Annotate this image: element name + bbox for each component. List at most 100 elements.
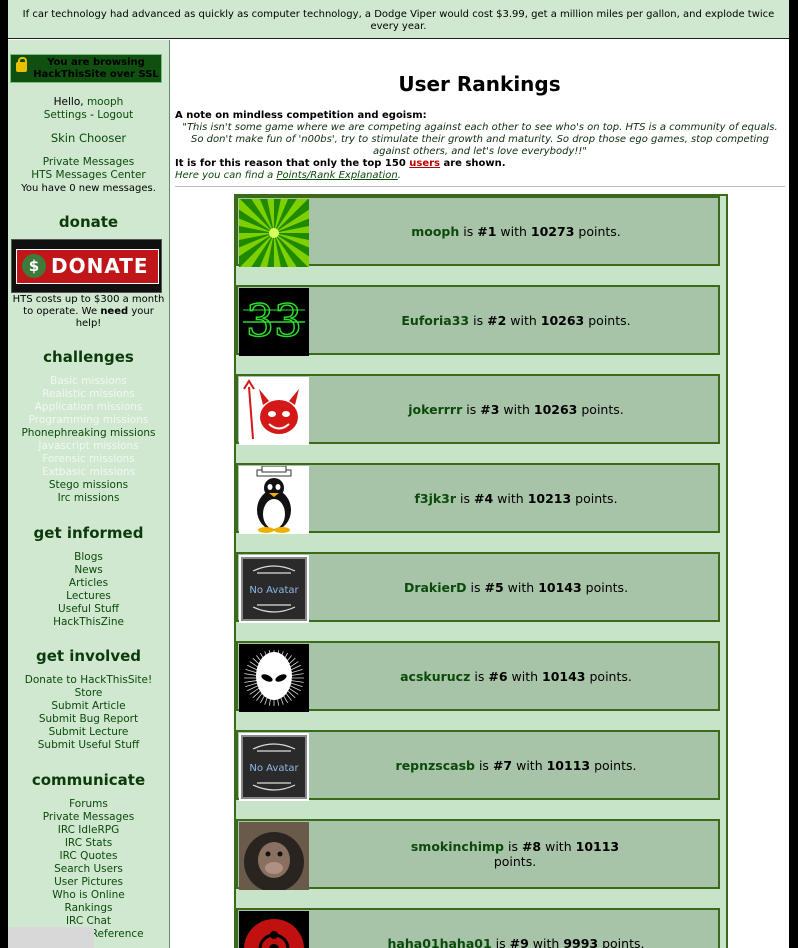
communicate-link[interactable]: IRC Quotes <box>8 850 169 863</box>
communicate-link[interactable]: User Pictures <box>8 876 169 889</box>
ranking-username-link[interactable]: Euforia33 <box>401 313 469 328</box>
points-word: points. <box>575 490 618 506</box>
informed-link[interactable]: HackThisZine <box>8 616 169 629</box>
user-avatar-green-sunburst-icon[interactable] <box>239 199 309 267</box>
points-word: points. <box>581 401 624 417</box>
ranking-username-link[interactable]: repnzscasb <box>396 758 475 773</box>
is-word: is <box>473 312 484 328</box>
top-users-note: It is for this reason that only the top … <box>175 158 785 170</box>
ranking-username-link[interactable]: DrakierD <box>404 580 467 595</box>
horizontal-scrollbar[interactable] <box>8 927 94 948</box>
main-content: User Rankings A note on mindless competi… <box>170 40 789 948</box>
ranking-username-link[interactable]: f3jk3r <box>414 491 456 506</box>
ssl-text: You are browsing HackThisSite over SSL <box>33 57 159 80</box>
informed-link[interactable]: Articles <box>8 577 169 590</box>
messages-center-link[interactable]: HTS Messages Center <box>8 169 169 182</box>
ranking-text: f3jk3r is #4 with 10213 points. <box>316 465 716 531</box>
points-word: points. <box>602 935 645 948</box>
user-avatar-no-avatar-icon[interactable]: No Avatar <box>239 555 309 623</box>
challenge-link[interactable]: Extbasic missions <box>8 466 169 479</box>
challenge-link[interactable]: Programming missions <box>8 414 169 427</box>
challenge-link[interactable]: Application missions <box>8 401 169 414</box>
ranking-username-link[interactable]: jokerrrr <box>408 402 462 417</box>
points-word: points. <box>588 312 631 328</box>
communicate-link[interactable]: IRC IdleRPG <box>8 824 169 837</box>
communicate-link[interactable]: Forums <box>8 798 169 811</box>
user-avatar-green-33-icon[interactable]: 33 <box>239 288 309 356</box>
user-avatar-no-avatar-icon[interactable]: No Avatar <box>239 733 309 801</box>
communicate-link[interactable]: Rankings <box>8 902 169 915</box>
ranking-username-link[interactable]: haha01haha01 <box>388 936 492 948</box>
logout-link[interactable]: Logout <box>97 109 133 121</box>
skin-chooser-link[interactable]: Skin Chooser <box>8 132 169 145</box>
points-word: points. <box>594 757 637 773</box>
challenge-link[interactable]: Phonephreaking missions <box>8 427 169 440</box>
private-messages-link[interactable]: Private Messages <box>8 156 169 169</box>
get-informed-list: Blogs News Articles Lectures Useful Stuff Hac… <box>8 551 169 629</box>
points-value: 10143 <box>538 579 582 595</box>
points-value: 10273 <box>530 223 575 239</box>
new-messages-count: You have 0 new messages. <box>21 183 156 194</box>
is-word: is <box>507 839 518 854</box>
user-avatar-red-devil-icon[interactable] <box>239 377 309 445</box>
user-avatar-red-sharingan-icon[interactable] <box>239 911 309 948</box>
informed-link[interactable]: News <box>8 564 169 577</box>
ranking-username-link[interactable]: acskurucz <box>400 669 470 684</box>
settings-link[interactable]: Settings <box>44 109 87 121</box>
challenge-link[interactable]: Javascript missions <box>8 440 169 453</box>
ranking-text: repnzscasb is #7 with 10113 points. <box>316 732 716 798</box>
communicate-link[interactable]: Private Messages <box>8 811 169 824</box>
is-word: is <box>460 490 471 506</box>
get-informed-heading: get informed <box>33 524 144 542</box>
ranking-row: smokinchimp is #8 with 10113 points. <box>236 819 720 890</box>
communicate-link[interactable]: Who is Online <box>8 889 169 902</box>
challenge-link[interactable]: Realistic missions <box>8 388 169 401</box>
involved-link[interactable]: Submit Bug Report <box>8 713 169 726</box>
points-word: points. <box>589 668 632 684</box>
user-avatar-alien-head-icon[interactable] <box>239 644 309 712</box>
rank-number: #2 <box>487 312 507 328</box>
ranking-row: 33 Euforia33 is #2 with 10263 points. <box>236 285 720 356</box>
explanation-text: Here you can find a <box>175 170 274 181</box>
communicate-link[interactable]: Search Users <box>8 863 169 876</box>
involved-link[interactable]: Store <box>8 687 169 700</box>
points-rank-explanation-link[interactable]: Points/Rank Explanation <box>276 170 397 181</box>
challenge-link[interactable]: Irc missions <box>8 492 169 505</box>
reason-text: It is for this reason that only the top … <box>175 158 406 169</box>
with-word: with <box>532 935 560 948</box>
ranking-username-link[interactable]: mooph <box>411 224 459 239</box>
page-frame: If car technology had advanced as quickl… <box>8 0 789 948</box>
username-link[interactable]: mooph <box>87 96 123 108</box>
points-word: points. <box>578 223 621 239</box>
rank-number: #6 <box>488 668 508 684</box>
challenge-link[interactable]: Basic missions <box>8 375 169 388</box>
informed-link[interactable]: Blogs <box>8 551 169 564</box>
note-quote: "This isn't some game where we are compe… <box>182 122 778 157</box>
donate-heading: donate <box>58 213 119 231</box>
ranking-text: Euforia33 is #2 with 10263 points. <box>316 287 716 353</box>
with-word: with <box>511 668 539 684</box>
is-word: is <box>474 668 485 684</box>
involved-link[interactable]: Submit Useful Stuff <box>8 739 169 752</box>
involved-link[interactable]: Submit Article <box>8 700 169 713</box>
user-avatar-tux-penguin-icon[interactable] <box>239 466 309 534</box>
rank-number: #4 <box>474 490 494 506</box>
informed-link[interactable]: Lectures <box>8 590 169 603</box>
is-word: is <box>478 757 489 773</box>
involved-link[interactable]: Submit Lecture <box>8 726 169 739</box>
points-value: 10143 <box>542 668 586 684</box>
rank-number: #8 <box>521 839 542 854</box>
informed-link[interactable]: Useful Stuff <box>8 603 169 616</box>
user-avatar-chimp-photo-icon[interactable] <box>239 822 309 890</box>
ssl-badge: You are browsing HackThisSite over SSL <box>10 54 162 83</box>
communicate-link[interactable]: IRC Stats <box>8 837 169 850</box>
points-word: points. <box>493 854 537 869</box>
ranking-username-link[interactable]: smokinchimp <box>411 839 504 854</box>
involved-link[interactable]: Donate to HackThisSite! <box>8 674 169 687</box>
donate-button[interactable]: $ DONATE <box>11 239 162 293</box>
challenge-link[interactable]: Stego missions <box>8 479 169 492</box>
challenge-link[interactable]: Forensic missions <box>8 453 169 466</box>
quote-text: If car technology had advanced as quickl… <box>22 9 775 32</box>
rank-number: #3 <box>480 401 500 417</box>
users-link[interactable]: users <box>409 158 440 169</box>
